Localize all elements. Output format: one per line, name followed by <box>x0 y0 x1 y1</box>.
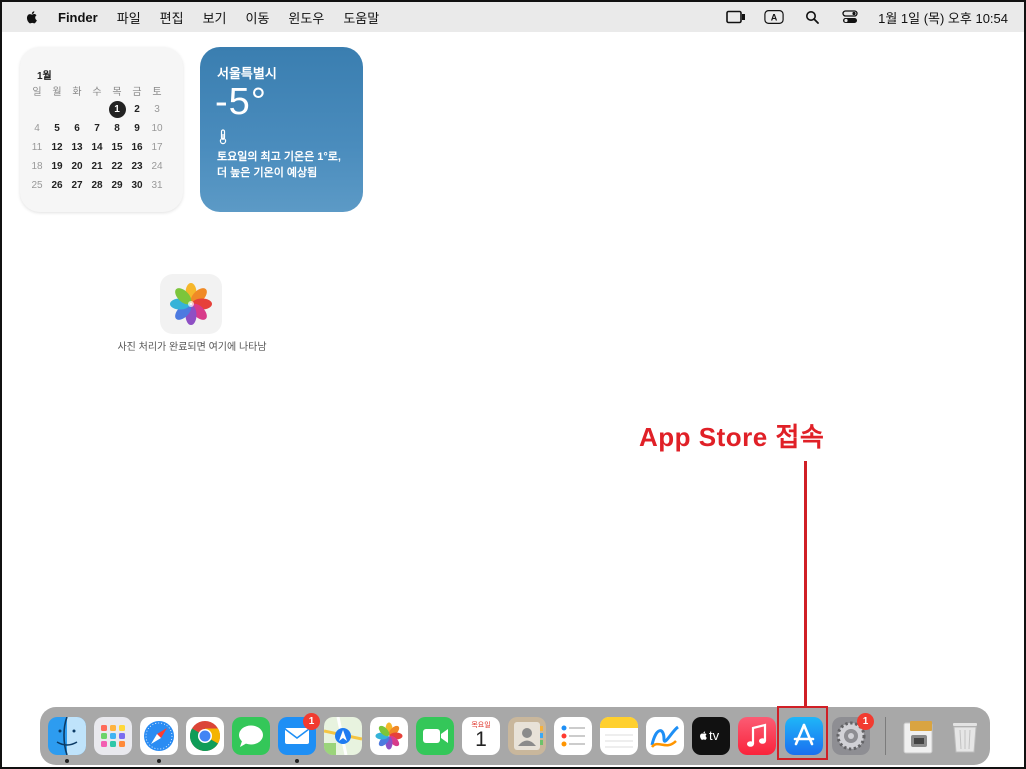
weekday-label: 월 <box>52 87 62 98</box>
calendar-day: 4 <box>34 123 40 134</box>
menu-help[interactable]: 도움말 <box>343 8 379 27</box>
facetime-icon[interactable] <box>416 717 454 755</box>
calendar-day: 18 <box>31 161 43 172</box>
weekday-label: 화 <box>72 87 82 98</box>
calendar-day: 29 <box>111 180 123 191</box>
desktop: Finder 파일 편집 보기 이동 윈도우 도움말 A 1월 1일 (목) 오… <box>0 0 1026 769</box>
annotation-highlight-box <box>777 706 828 760</box>
calendar-day: 19 <box>51 161 63 172</box>
calendar-day: 2 <box>134 104 140 115</box>
maps-icon[interactable] <box>324 717 362 755</box>
apple-menu-icon[interactable] <box>24 9 40 25</box>
weather-temperature: -5° <box>215 81 267 123</box>
menu-app-name[interactable]: Finder <box>58 10 98 25</box>
calendar-day: 12 <box>51 142 63 153</box>
calendar-widget[interactable]: 1월 일 월 화 수 목 금 토 1 2 3 4 5 6 7 8 9 10 11… <box>20 47 183 212</box>
running-indicator <box>65 759 69 763</box>
input-source-icon[interactable]: A <box>764 9 784 25</box>
contacts-icon[interactable] <box>508 717 546 755</box>
weekday-label: 금 <box>132 87 142 98</box>
calendar-day: 31 <box>151 180 163 191</box>
calendar-day <box>47 100 67 119</box>
menu-view[interactable]: 보기 <box>203 8 227 27</box>
tv-icon-label: tv <box>709 728 720 743</box>
calendar-day: 27 <box>71 180 83 191</box>
notes-icon[interactable] <box>600 717 638 755</box>
calendar-day: 23 <box>131 161 143 172</box>
screen-mirroring-icon[interactable] <box>726 9 746 25</box>
photos-widget-icon[interactable] <box>160 274 222 334</box>
trash-icon[interactable] <box>946 717 984 755</box>
weekday-label: 일 <box>32 87 42 98</box>
finder-icon[interactable] <box>48 717 86 755</box>
today-marker: 1 <box>108 101 126 118</box>
menu-file[interactable]: 파일 <box>117 8 141 27</box>
calendar-day: 8 <box>114 123 120 134</box>
thermometer-icon <box>219 129 227 145</box>
calendar-day <box>67 100 87 119</box>
weather-city: 서울특별시 <box>217 66 277 81</box>
calendar-day: 15 <box>111 142 123 153</box>
calendar-day: 7 <box>94 123 100 134</box>
menu-go[interactable]: 이동 <box>246 8 270 27</box>
calendar-day: 26 <box>51 180 63 191</box>
calendar-day: 24 <box>151 161 163 172</box>
music-icon[interactable] <box>738 717 776 755</box>
calendar-day <box>27 100 47 119</box>
menu-window[interactable]: 윈도우 <box>288 8 324 27</box>
calendar-day: 17 <box>151 142 163 153</box>
dock-separator <box>885 717 886 755</box>
calendar-day: 20 <box>71 161 83 172</box>
running-indicator <box>295 759 299 763</box>
calendar-day: 25 <box>31 180 43 191</box>
calendar-day: 3 <box>154 104 160 115</box>
reminders-icon[interactable] <box>554 717 592 755</box>
calendar-day: 30 <box>131 180 143 191</box>
spotlight-search-icon[interactable] <box>802 9 822 25</box>
photos-widget-message: 사진 처리가 완료되면 여기에 나타남 <box>117 342 267 353</box>
calendar-icon-day: 1 <box>475 728 487 751</box>
calendar-day: 13 <box>71 142 83 153</box>
calendar-month: 1월 <box>37 71 52 82</box>
calendar-day: 10 <box>151 123 163 134</box>
calendar-day: 6 <box>74 123 80 134</box>
control-center-icon[interactable] <box>840 9 860 25</box>
launchpad-icon[interactable] <box>94 717 132 755</box>
chrome-icon[interactable] <box>186 717 224 755</box>
calendar-day: 5 <box>54 123 60 134</box>
settings-badge: 1 <box>857 713 874 730</box>
freeform-icon[interactable] <box>646 717 684 755</box>
weekday-label: 목 <box>112 87 122 98</box>
weather-forecast: 토요일의 최고 기온은 1°로, 더 높은 기온이 예상됨 <box>217 151 341 179</box>
calendar-day: 28 <box>91 180 103 191</box>
running-indicator <box>157 759 161 763</box>
calendar-grid: 일 월 화 수 목 금 토 1 2 3 4 5 6 7 8 9 10 11 12… <box>27 81 167 195</box>
tv-apple-logo-icon <box>700 731 707 740</box>
annotation-arrow-line <box>804 461 807 707</box>
calendar-day: 11 <box>31 142 43 153</box>
weekday-label: 수 <box>92 87 102 98</box>
calendar-day: 9 <box>134 123 140 134</box>
input-source-label: A <box>771 13 778 23</box>
calendar-day: 22 <box>111 161 123 172</box>
menu-bar: Finder 파일 편집 보기 이동 윈도우 도움말 A 1월 1일 (목) 오… <box>2 2 1024 32</box>
messages-icon[interactable] <box>232 717 270 755</box>
dock: 1 목요일 1 tv 1 <box>40 707 990 765</box>
menu-edit[interactable]: 편집 <box>160 8 184 27</box>
calendar-day: 16 <box>131 142 143 153</box>
calendar-icon[interactable]: 목요일 1 <box>462 717 500 755</box>
calendar-day-today: 1 <box>107 100 127 119</box>
mail-badge: 1 <box>303 713 320 730</box>
annotation-label: App Store 접속 <box>639 422 825 452</box>
weather-widget[interactable]: 서울특별시 -5° 토요일의 최고 기온은 1°로, 더 높은 기온이 예상됨 <box>200 47 363 212</box>
safari-icon[interactable] <box>140 717 178 755</box>
tv-icon[interactable]: tv <box>692 717 730 755</box>
calendar-day <box>87 100 107 119</box>
weekday-label: 토 <box>152 87 162 98</box>
photos-icon[interactable] <box>370 717 408 755</box>
downloads-stack-icon[interactable] <box>900 717 938 755</box>
calendar-day: 14 <box>91 142 103 153</box>
menu-clock[interactable]: 1월 1일 (목) 오후 10:54 <box>878 8 1008 27</box>
calendar-day: 21 <box>91 161 103 172</box>
